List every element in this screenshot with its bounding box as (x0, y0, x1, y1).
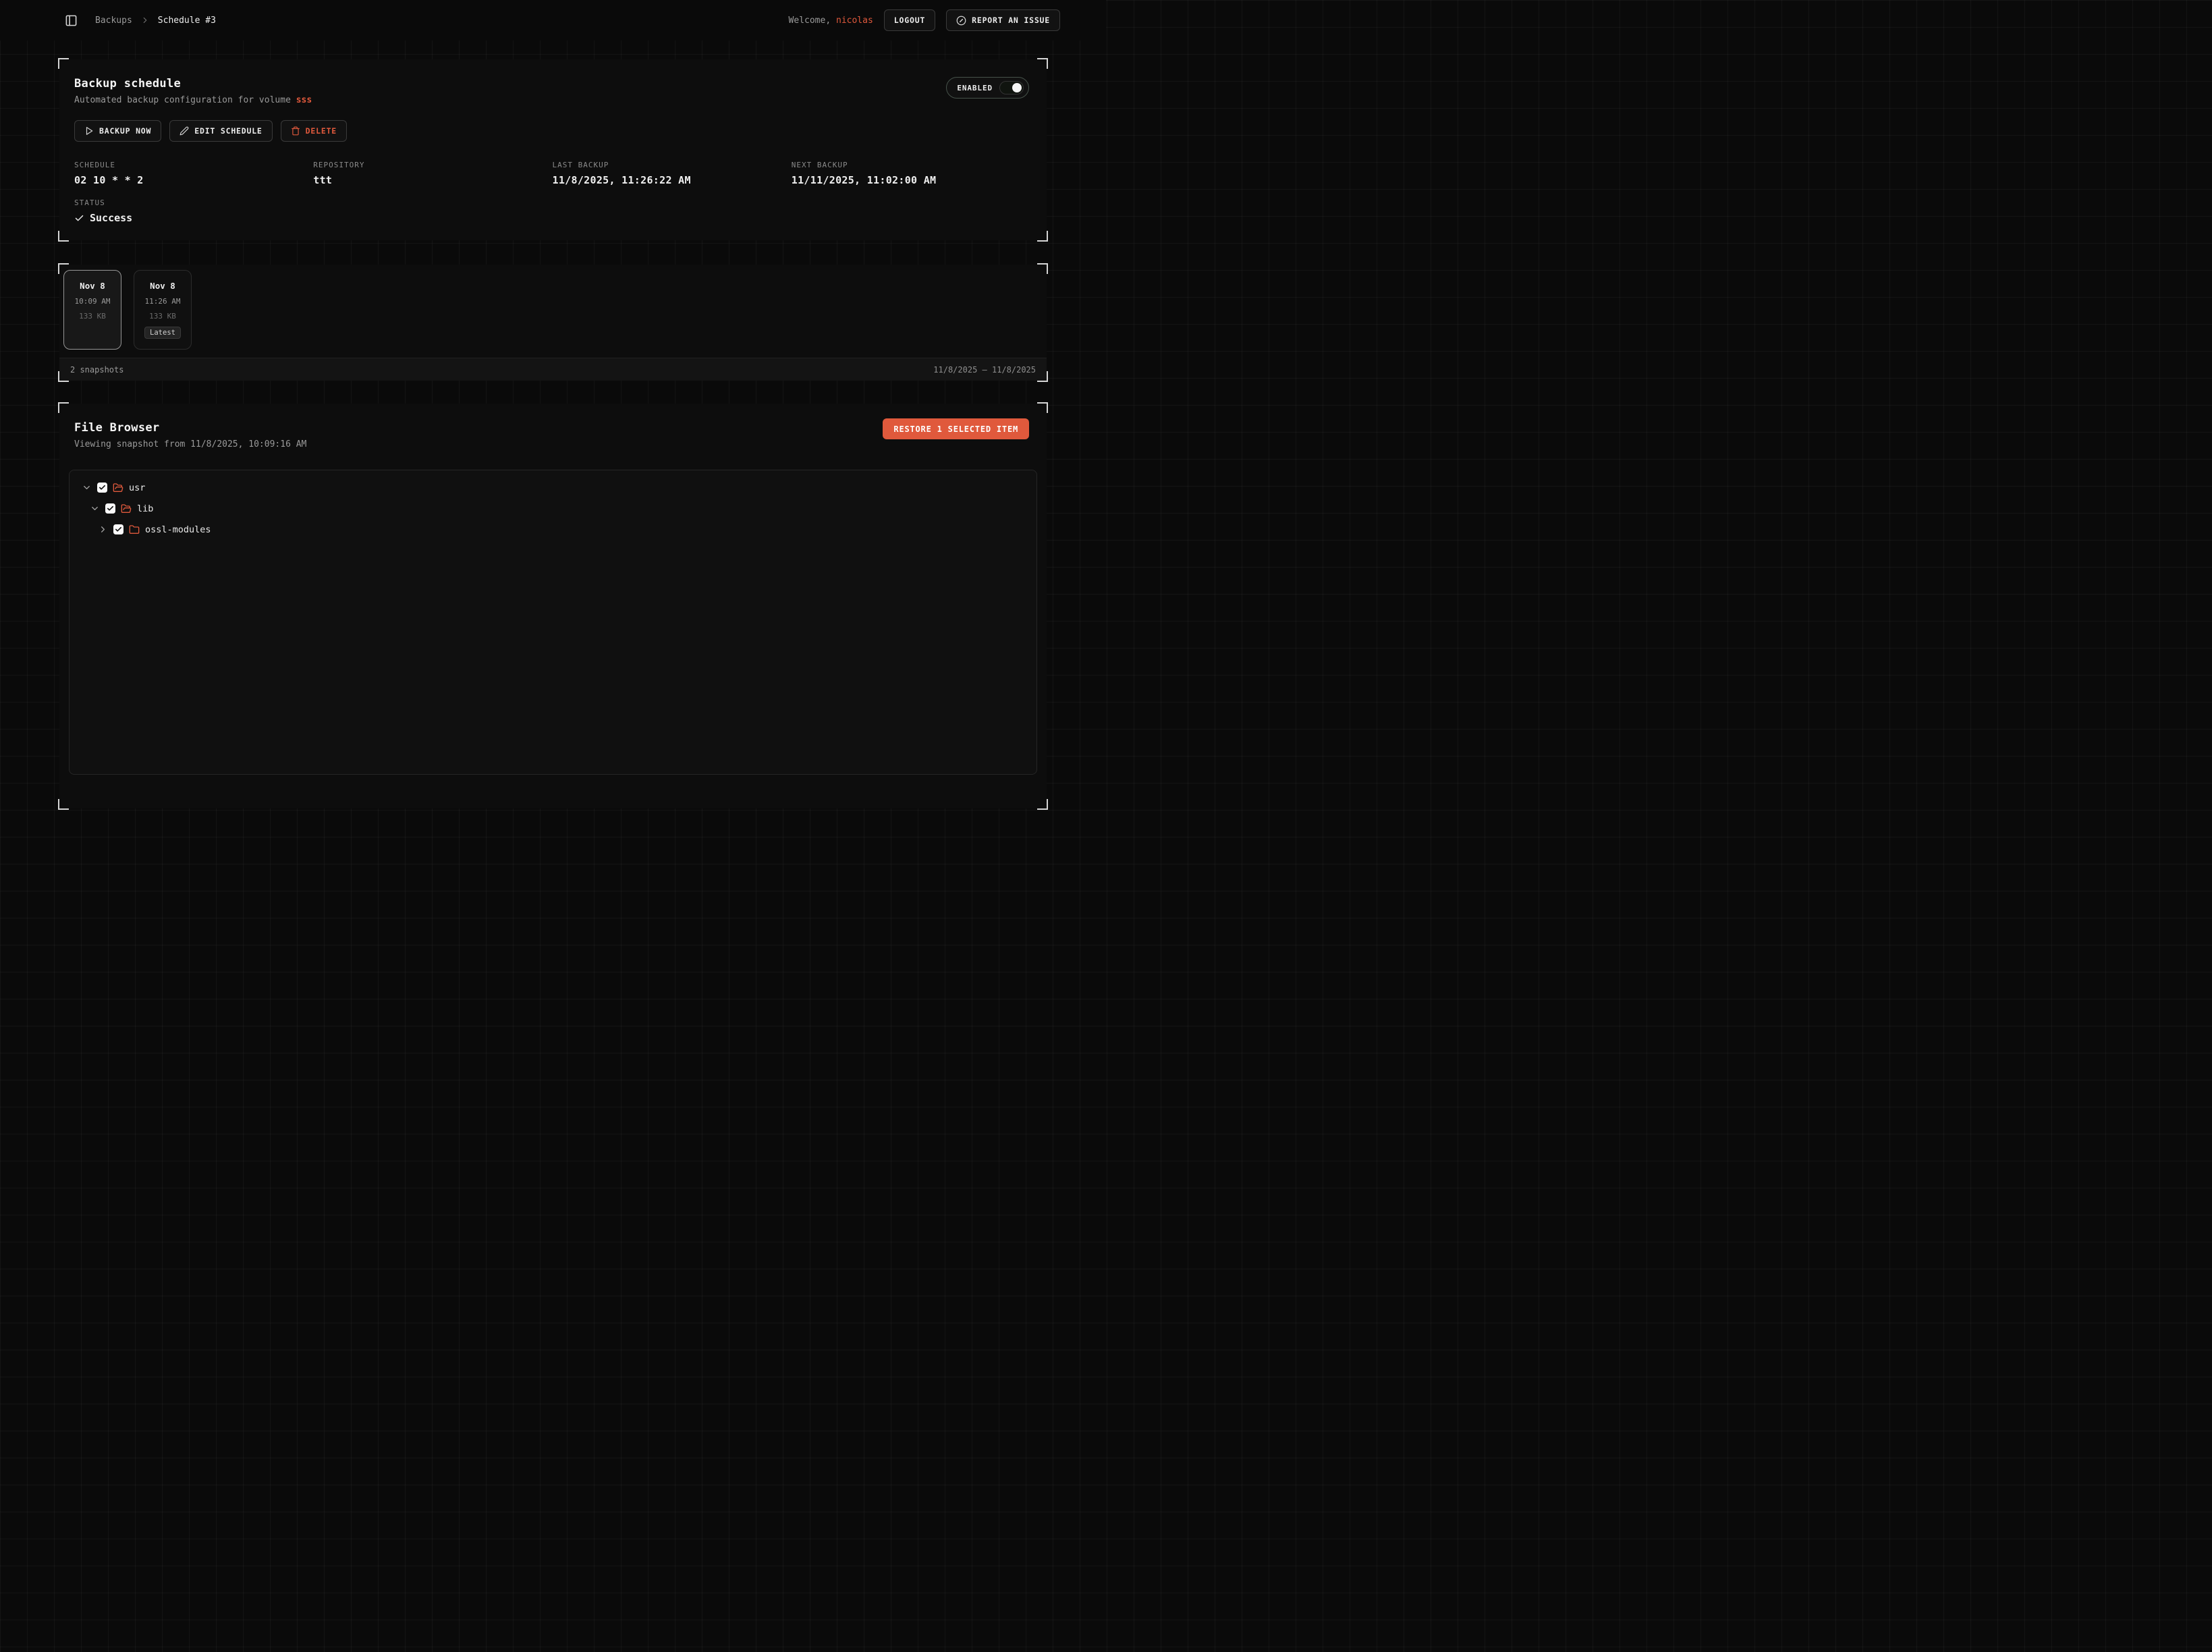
latest-badge: Latest (144, 327, 181, 339)
folder-icon (129, 524, 140, 535)
backup-now-label: BACKUP NOW (99, 126, 151, 136)
username: nicolas (836, 16, 873, 26)
checkbox-checked[interactable] (97, 483, 107, 493)
snapshot-card-selected[interactable]: Nov 8 10:09 AM 133 KB (63, 270, 121, 350)
chevron-right-icon[interactable] (98, 524, 108, 534)
enabled-toggle-label: ENABLED (957, 84, 993, 92)
delete-label: DELETE (306, 126, 337, 136)
restore-button[interactable]: RESTORE 1 SELECTED ITEM (883, 418, 1029, 439)
play-icon (84, 126, 94, 136)
checkbox-checked[interactable] (113, 524, 123, 534)
field-repository: REPOSITORY ttt (313, 161, 552, 186)
check-icon (74, 213, 84, 223)
snapshot-strip: Nov 8 10:09 AM 133 KB Nov 8 11:26 AM 133… (59, 265, 1047, 358)
backup-now-button[interactable]: BACKUP NOW (74, 120, 161, 142)
snapshot-date: Nov 8 (134, 281, 191, 291)
logout-label: LOGOUT (894, 16, 925, 25)
corner-bracket (1037, 58, 1048, 69)
snapshot-card[interactable]: Nov 8 11:26 AM 133 KB Latest (134, 270, 192, 350)
corner-bracket (58, 402, 69, 413)
backup-schedule-card: Backup schedule Automated backup configu… (59, 59, 1047, 240)
breadcrumb-current: Schedule #3 (158, 16, 216, 26)
file-tree: usr lib ossl-modules (69, 470, 1037, 775)
welcome-text: Welcome, nicolas (789, 16, 873, 26)
field-value: 11/8/2025, 11:26:22 AM (553, 174, 792, 186)
card-subtitle: Automated backup configuration for volum… (74, 95, 1030, 105)
tree-row-lib[interactable]: lib (78, 498, 1028, 519)
tree-row-usr[interactable]: usr (78, 477, 1028, 498)
trash-icon (291, 126, 300, 136)
tree-item-label[interactable]: usr (129, 483, 145, 493)
field-value: 11/11/2025, 11:02:00 AM (792, 174, 1030, 186)
field-label: SCHEDULE (74, 161, 313, 169)
snapshot-date-range: 11/8/2025 – 11/8/2025 (933, 365, 1036, 375)
field-value: ttt (313, 174, 552, 186)
snapshot-size: 133 KB (64, 312, 121, 321)
report-issue-button[interactable]: REPORT AN ISSUE (946, 9, 1060, 31)
snapshot-count: 2 snapshots (70, 365, 123, 375)
field-label: REPOSITORY (313, 161, 552, 169)
panel-left-icon (65, 14, 78, 27)
corner-bracket (58, 231, 69, 242)
snapshot-size: 133 KB (134, 312, 191, 321)
welcome-prefix: Welcome, (789, 16, 831, 26)
enabled-toggle[interactable]: ENABLED (946, 77, 1029, 99)
tree-row-ossl-modules[interactable]: ossl-modules (78, 519, 1028, 540)
folder-open-icon (113, 483, 123, 493)
chevron-right-icon (140, 16, 150, 25)
snapshot-time: 11:26 AM (134, 297, 191, 306)
delete-button[interactable]: DELETE (281, 120, 347, 142)
breadcrumb-backups[interactable]: Backups (95, 16, 132, 26)
schedule-fields: SCHEDULE 02 10 * * 2 REPOSITORY ttt LAST… (74, 161, 1030, 186)
status-value: Success (74, 212, 1030, 224)
file-browser-section: File Browser Viewing snapshot from 11/8/… (59, 404, 1047, 808)
corner-bracket (1037, 402, 1048, 413)
volume-name: sss (296, 95, 312, 105)
field-label: NEXT BACKUP (792, 161, 1030, 169)
corner-bracket (58, 799, 69, 810)
field-value: 02 10 * * 2 (74, 174, 313, 186)
page-title: Backup schedule (74, 77, 1030, 90)
tree-item-label[interactable]: ossl-modules (145, 524, 211, 535)
snapshot-footer: 2 snapshots 11/8/2025 – 11/8/2025 (59, 358, 1047, 381)
logout-button[interactable]: LOGOUT (884, 9, 935, 31)
corner-bracket (1037, 799, 1048, 810)
pencil-icon (179, 126, 189, 136)
folder-open-icon (121, 503, 132, 514)
status-block: STATUS Success (74, 198, 1030, 224)
snapshot-date: Nov 8 (64, 281, 121, 291)
sidebar-toggle-button[interactable] (65, 14, 78, 27)
corner-bracket (1037, 263, 1048, 274)
corner-bracket (1037, 371, 1048, 382)
corner-bracket (1037, 231, 1048, 242)
chevron-down-icon[interactable] (82, 483, 92, 493)
snapshots-section: Nov 8 10:09 AM 133 KB Nov 8 11:26 AM 133… (59, 265, 1047, 381)
toggle-switch[interactable] (999, 81, 1024, 94)
report-issue-label: REPORT AN ISSUE (972, 16, 1050, 25)
report-issue-icon (956, 16, 966, 26)
toggle-knob (1012, 83, 1022, 92)
field-last-backup: LAST BACKUP 11/8/2025, 11:26:22 AM (553, 161, 792, 186)
corner-bracket (58, 58, 69, 69)
topbar-right: Welcome, nicolas LOGOUT REPORT AN ISSUE (789, 9, 1060, 31)
edit-schedule-button[interactable]: EDIT SCHEDULE (169, 120, 272, 142)
topbar: Backups Schedule #3 Welcome, nicolas LOG… (0, 0, 1106, 40)
field-schedule: SCHEDULE 02 10 * * 2 (74, 161, 313, 186)
status-text: Success (90, 212, 132, 224)
status-label: STATUS (74, 198, 1030, 207)
corner-bracket (58, 263, 69, 274)
corner-bracket (58, 371, 69, 382)
subtitle-prefix: Automated backup configuration for volum… (74, 95, 296, 105)
edit-schedule-label: EDIT SCHEDULE (194, 126, 262, 136)
file-browser-subtitle: Viewing snapshot from 11/8/2025, 10:09:1… (74, 439, 1037, 449)
field-next-backup: NEXT BACKUP 11/11/2025, 11:02:00 AM (792, 161, 1030, 186)
field-label: LAST BACKUP (553, 161, 792, 169)
chevron-down-icon[interactable] (90, 503, 100, 514)
breadcrumb: Backups Schedule #3 (95, 16, 216, 26)
schedule-actions: BACKUP NOW EDIT SCHEDULE DELETE (74, 120, 1030, 142)
tree-item-label[interactable]: lib (137, 503, 153, 514)
checkbox-checked[interactable] (105, 503, 115, 514)
snapshot-time: 10:09 AM (64, 297, 121, 306)
